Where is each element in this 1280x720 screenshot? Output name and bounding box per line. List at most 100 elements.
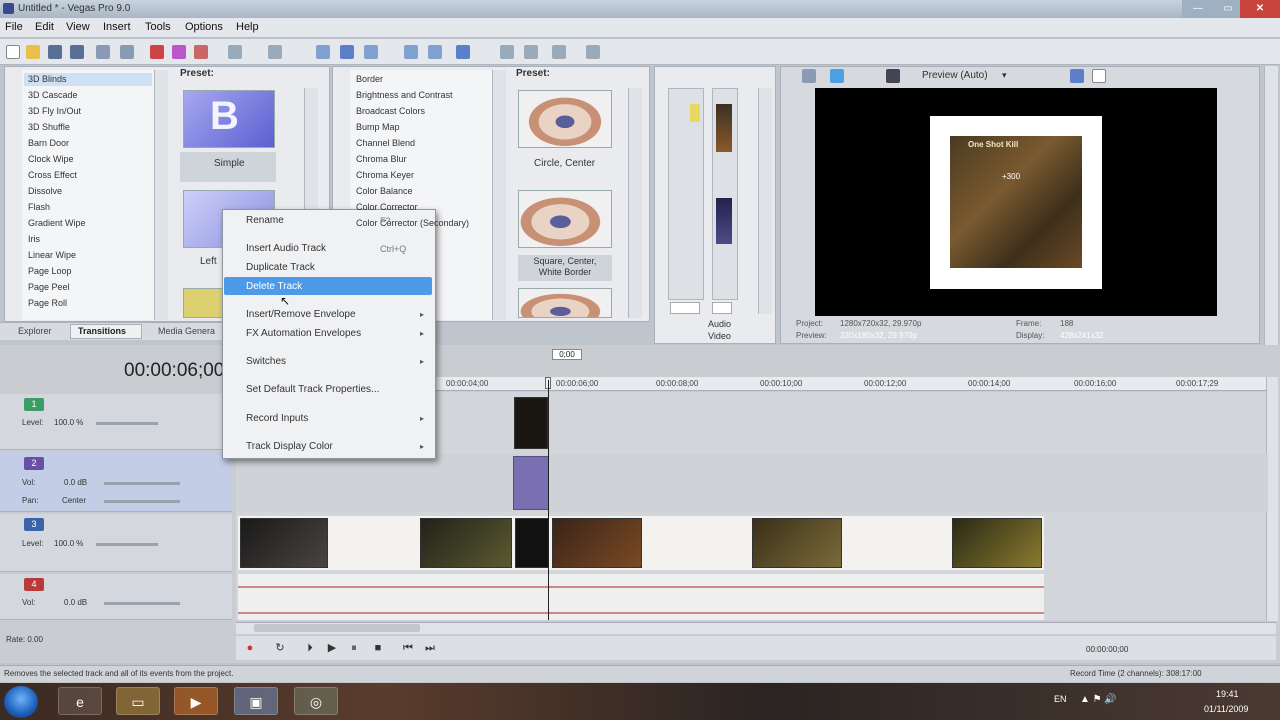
context-menu-item[interactable]: Track Display Color xyxy=(246,441,333,452)
video-clip-2[interactable] xyxy=(420,518,512,568)
menu-edit[interactable]: Edit xyxy=(35,21,54,33)
menu-file[interactable]: File xyxy=(5,21,23,33)
track-1-level-slider[interactable] xyxy=(96,422,158,425)
fx-thumb-partial[interactable] xyxy=(518,288,612,318)
transition-item[interactable]: 3D Fly In/Out xyxy=(28,106,81,116)
clock-time[interactable]: 19:41 xyxy=(1216,689,1239,699)
chevron-down-icon[interactable]: ▾ xyxy=(1002,70,1007,81)
video-reset-button[interactable] xyxy=(712,302,732,314)
context-menu-item[interactable]: Delete Track xyxy=(246,281,302,292)
new-icon[interactable] xyxy=(6,45,20,59)
cut-icon[interactable] xyxy=(150,45,164,59)
menu-help[interactable]: Help xyxy=(236,21,259,33)
go-to-start-button[interactable]: ⏮ xyxy=(402,642,414,654)
recorder-taskbar-icon[interactable]: ◎ xyxy=(294,687,338,715)
menu-tools[interactable]: Tools xyxy=(145,21,171,33)
transition-item[interactable]: Barn Door xyxy=(28,138,69,148)
context-menu-item[interactable]: FX Automation Envelopes xyxy=(246,328,361,339)
fx-item[interactable]: Brightness and Contrast xyxy=(356,90,453,100)
transition-item[interactable]: Dissolve xyxy=(28,186,62,196)
audio-reset-button[interactable] xyxy=(670,302,700,314)
loop-button[interactable]: ↻ xyxy=(274,642,286,654)
context-menu-item[interactable]: Record Inputs xyxy=(246,413,308,424)
undo-icon[interactable] xyxy=(228,45,242,59)
ignore-grouping-icon[interactable] xyxy=(524,45,538,59)
track-1-clip[interactable] xyxy=(514,397,548,449)
fx-item[interactable]: Color Balance xyxy=(356,186,413,196)
transition-item[interactable]: Linear Wipe xyxy=(28,250,76,260)
open-icon[interactable] xyxy=(26,45,40,59)
video-clip-3[interactable] xyxy=(515,518,549,568)
copy-icon[interactable] xyxy=(172,45,186,59)
language-indicator[interactable]: EN xyxy=(1054,694,1067,704)
context-menu-item[interactable]: Switches xyxy=(246,356,286,367)
snapping-icon[interactable] xyxy=(404,45,418,59)
menu-insert[interactable]: Insert xyxy=(103,21,131,33)
fx-item[interactable]: Color Corrector (Secondary) xyxy=(356,218,469,228)
save-icon[interactable] xyxy=(48,45,62,59)
ie-icon[interactable]: e xyxy=(58,687,102,715)
context-menu-item[interactable]: Set Default Track Properties... xyxy=(246,384,379,395)
window-docking-scrollbar[interactable] xyxy=(1264,66,1278,346)
folder-icon[interactable]: ▭ xyxy=(116,687,160,715)
properties-icon[interactable] xyxy=(120,45,134,59)
save-as-icon[interactable] xyxy=(70,45,84,59)
transition-item[interactable]: Page Peel xyxy=(28,282,70,292)
zoom-tool-icon[interactable] xyxy=(552,45,566,59)
tray-icons[interactable]: ▲ ⚑ 🔊 xyxy=(1080,694,1117,705)
play-from-start-button[interactable]: ⏵ xyxy=(304,642,316,654)
fx-item[interactable]: Bump Map xyxy=(356,122,400,132)
save-snapshot-icon[interactable] xyxy=(1092,69,1106,83)
auto-crossfade-icon[interactable] xyxy=(428,45,442,59)
transition-item[interactable]: 3D Blinds xyxy=(28,74,67,84)
meters-scrollbar[interactable] xyxy=(758,88,772,314)
redo-icon[interactable] xyxy=(268,45,282,59)
external-monitor-icon[interactable] xyxy=(830,69,844,83)
fx-item[interactable]: Chroma Blur xyxy=(356,154,407,164)
video-clip-6[interactable] xyxy=(952,518,1042,568)
close-button[interactable]: ✕ xyxy=(1240,0,1280,18)
track-2-vol-slider[interactable] xyxy=(104,482,180,485)
selection-tool-icon[interactable] xyxy=(364,45,378,59)
transition-item[interactable]: Flash xyxy=(28,202,50,212)
fx-scrollbar[interactable] xyxy=(492,70,506,320)
help-icon[interactable] xyxy=(586,45,600,59)
video-clip-1[interactable] xyxy=(240,518,328,568)
track-3-level-slider[interactable] xyxy=(96,543,158,546)
video-clip-5[interactable] xyxy=(752,518,842,568)
minimize-button[interactable]: — xyxy=(1182,0,1214,18)
track-4-vol-slider[interactable] xyxy=(104,602,180,605)
track-2-pan-slider[interactable] xyxy=(104,500,180,503)
menu-view[interactable]: View xyxy=(66,21,90,33)
track-2-audio-clip[interactable] xyxy=(513,456,549,510)
transition-item[interactable]: Iris xyxy=(28,234,40,244)
marker-flag[interactable]: 0;00 xyxy=(552,349,582,360)
fx-item[interactable]: Chroma Keyer xyxy=(356,170,414,180)
lock-envelopes-icon[interactable] xyxy=(500,45,514,59)
preview-quality-dropdown[interactable]: Preview (Auto) xyxy=(922,70,988,81)
context-menu-item[interactable]: Duplicate Track xyxy=(246,262,315,273)
render-icon[interactable] xyxy=(96,45,110,59)
transition-item[interactable]: 3D Shuffle xyxy=(28,122,70,132)
transition-item[interactable]: Cross Effect xyxy=(28,170,77,180)
tab-explorer[interactable]: Explorer xyxy=(18,326,52,336)
transitions-scrollbar[interactable] xyxy=(154,70,168,320)
ripple-edit-icon[interactable] xyxy=(456,45,470,59)
tab-media-generators[interactable]: Media Genera xyxy=(158,326,215,336)
fx-preset-scrollbar[interactable] xyxy=(628,88,642,318)
tab-transitions[interactable]: Transitions xyxy=(78,326,126,336)
fx-item[interactable]: Broadcast Colors xyxy=(356,106,425,116)
vegas-taskbar-icon[interactable]: ▣ xyxy=(234,687,278,715)
context-menu-item[interactable]: Rename xyxy=(246,215,284,226)
normal-edit-tool-icon[interactable] xyxy=(316,45,330,59)
play-button[interactable]: ▶ xyxy=(326,642,338,654)
preset-thumb-partial[interactable] xyxy=(183,288,223,318)
preview-properties-icon[interactable] xyxy=(802,69,816,83)
context-menu-item[interactable]: Insert/Remove Envelope xyxy=(246,309,356,320)
fx-item[interactable]: Color Corrector xyxy=(356,202,418,212)
split-screen-icon[interactable] xyxy=(886,69,900,83)
transition-item[interactable]: Clock Wipe xyxy=(28,154,74,164)
fx-thumb-square[interactable] xyxy=(518,190,612,248)
clock-date[interactable]: 01/11/2009 xyxy=(1204,704,1248,714)
copy-snapshot-icon[interactable] xyxy=(1070,69,1084,83)
